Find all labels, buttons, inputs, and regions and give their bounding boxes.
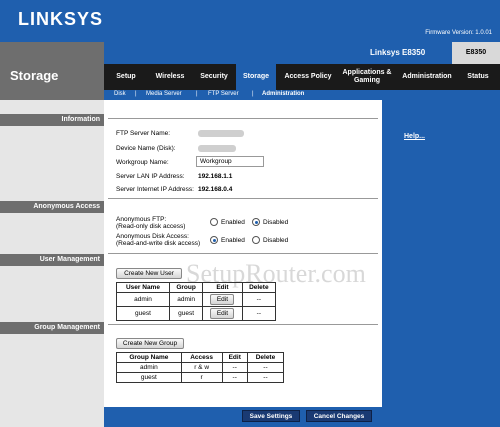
anon-ftp-sub: (Read-only disk access) xyxy=(116,223,186,230)
group-table: Group Name Access Edit Delete admin r & … xyxy=(116,352,285,383)
cancel-changes-button[interactable]: Cancel Changes xyxy=(306,410,372,422)
anon-ftp-disabled-radio[interactable] xyxy=(252,218,260,226)
user-name: guest xyxy=(116,306,170,321)
delete-cell: -- xyxy=(241,306,277,321)
save-settings-button[interactable]: Save Settings xyxy=(242,410,300,422)
linksys-logo: LINKSYS xyxy=(18,9,104,29)
help-link[interactable]: Help... xyxy=(404,133,425,140)
workgroup-input[interactable]: Workgroup xyxy=(196,156,264,167)
subnav-separator: | xyxy=(196,91,198,97)
delete-cell: -- xyxy=(246,362,285,373)
anon-ftp-disabled-label: Disabled xyxy=(263,219,289,226)
tab-wireless[interactable]: Wireless xyxy=(148,64,192,90)
anon-disk-sub: (Read-and-write disk access) xyxy=(116,240,201,247)
help-column xyxy=(382,100,500,427)
section-information: Information xyxy=(0,114,104,126)
anon-ftp-enabled-radio[interactable] xyxy=(210,218,218,226)
divider xyxy=(108,118,378,119)
group-name: guest xyxy=(116,372,182,383)
page-title: Storage xyxy=(0,42,104,100)
internet-ip-value: 192.168.0.4 xyxy=(198,186,233,193)
column-header: Access xyxy=(180,352,223,363)
column-header: Edit xyxy=(202,282,243,293)
ftp-server-name-label: FTP Server Name: xyxy=(116,130,171,137)
device-name-label: Device Name (Disk): xyxy=(116,145,176,152)
anon-disk-label: Anonymous Disk Access: xyxy=(116,233,189,240)
tab-status[interactable]: Status xyxy=(458,64,498,90)
delete-cell: -- xyxy=(241,292,277,307)
edit-user-button[interactable]: Edit xyxy=(210,308,235,319)
lan-ip-value: 192.168.1.1 xyxy=(198,173,233,180)
user-name: admin xyxy=(116,292,170,307)
ftp-server-name-value xyxy=(198,130,244,137)
create-new-user-button[interactable]: Create New User xyxy=(116,268,182,279)
subtab-media-server[interactable]: Media Server xyxy=(146,91,182,97)
internet-ip-label: Server Internet IP Address: xyxy=(116,186,194,193)
subtab-disk[interactable]: Disk xyxy=(114,91,126,97)
column-header: Group Name xyxy=(116,352,182,363)
column-header: Delete xyxy=(241,282,277,293)
delete-cell: -- xyxy=(246,372,285,383)
anon-disk-disabled-radio[interactable] xyxy=(252,236,260,244)
table-row: admin admin Edit -- xyxy=(116,292,277,307)
tab-applications-gaming[interactable]: Applications & Gaming xyxy=(338,64,396,90)
anon-ftp-enabled-label: Enabled xyxy=(221,219,245,226)
model-name: Linksys E8350 xyxy=(370,48,426,57)
anon-disk-enabled-radio[interactable] xyxy=(210,236,218,244)
edit-cell: -- xyxy=(221,362,248,373)
lan-ip-label: Server LAN IP Address: xyxy=(116,173,185,180)
anon-disk-disabled-label: Disabled xyxy=(263,237,289,244)
section-user-management: User Management xyxy=(0,254,104,266)
column-header: Edit xyxy=(221,352,248,363)
subtab-ftp-server[interactable]: FTP Server xyxy=(208,91,239,97)
edit-user-button[interactable]: Edit xyxy=(210,294,235,305)
column-header: Delete xyxy=(246,352,285,363)
divider xyxy=(108,324,378,325)
subnav-separator: | xyxy=(135,91,137,97)
workgroup-label: Workgroup Name: xyxy=(116,159,169,166)
model-short: E8350 xyxy=(452,42,500,64)
tab-setup[interactable]: Setup xyxy=(108,64,144,90)
create-new-group-button[interactable]: Create New Group xyxy=(116,338,184,349)
tab-security[interactable]: Security xyxy=(194,64,234,90)
table-row: guest r -- -- xyxy=(116,372,285,383)
firmware-version: Firmware Version: 1.0.01 xyxy=(425,30,492,36)
divider xyxy=(108,198,378,199)
group-access: r xyxy=(180,372,223,383)
tab-administration[interactable]: Administration xyxy=(398,64,456,90)
device-name-value xyxy=(198,145,236,152)
tab-storage[interactable]: Storage xyxy=(236,64,276,90)
user-table: User Name Group Edit Delete admin admin … xyxy=(116,282,277,321)
group-access: r & w xyxy=(180,362,223,373)
table-row: guest guest Edit -- xyxy=(116,306,277,321)
subnav-separator: | xyxy=(252,91,254,97)
divider xyxy=(108,253,378,254)
column-header: Group xyxy=(168,282,204,293)
edit-cell: -- xyxy=(221,372,248,383)
model-band xyxy=(104,42,500,64)
tab-access-policy[interactable]: Access Policy xyxy=(280,64,336,90)
column-header: User Name xyxy=(116,282,170,293)
subtab-administration[interactable]: Administration xyxy=(262,91,304,97)
table-row: admin r & w -- -- xyxy=(116,362,285,373)
edit-cell: Edit xyxy=(202,292,243,307)
anon-disk-enabled-label: Enabled xyxy=(221,237,245,244)
user-group: admin xyxy=(168,292,204,307)
router-page: LINKSYS Firmware Version: 1.0.01 Storage… xyxy=(0,0,500,427)
group-name: admin xyxy=(116,362,182,373)
anon-ftp-label: Anonymous FTP: xyxy=(116,216,167,223)
section-group-management: Group Management xyxy=(0,322,104,334)
edit-cell: Edit xyxy=(202,306,243,321)
table-header-row: Group Name Access Edit Delete xyxy=(116,352,285,363)
section-anonymous-access: Anonymous Access xyxy=(0,201,104,213)
user-group: guest xyxy=(168,306,204,321)
table-header-row: User Name Group Edit Delete xyxy=(116,282,277,293)
